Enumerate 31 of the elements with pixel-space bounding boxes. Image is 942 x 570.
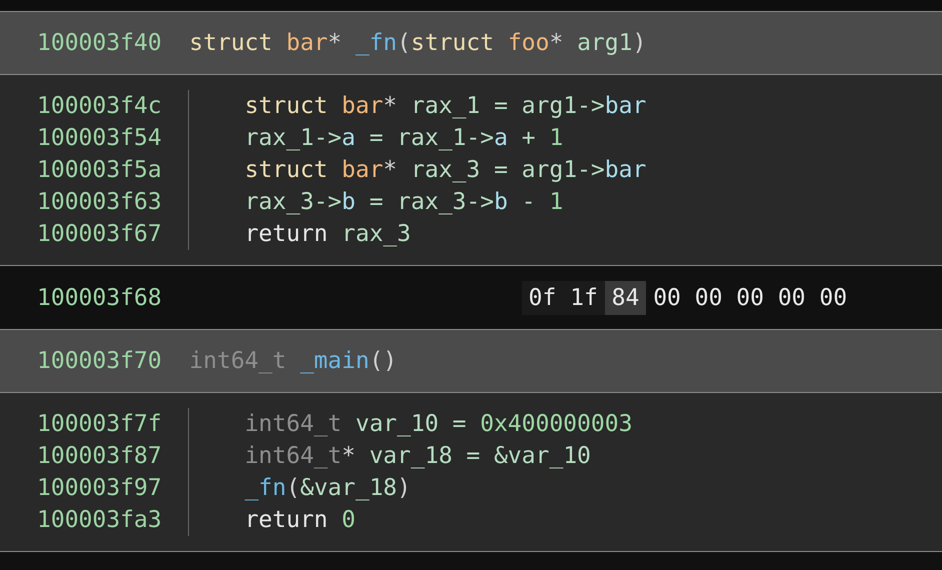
address-label: 100003fa3	[37, 506, 162, 535]
function-signature: int64_t _main()	[189, 348, 398, 374]
code-line: struct bar* rax_3 = arg1->bar	[244, 156, 646, 185]
code-line: return rax_3	[244, 220, 412, 249]
hex-byte[interactable]: 00	[770, 280, 812, 314]
code-line: struct bar* rax_1 = arg1->bar	[244, 92, 646, 121]
code-line: int64_t* var_18 = &var_10	[244, 442, 592, 471]
code-line: rax_3->b = rax_3->b - 1	[244, 188, 564, 217]
hex-byte[interactable]: 00	[812, 280, 854, 314]
address-label: 100003f7f	[37, 410, 162, 439]
address-label: 100003f87	[37, 442, 162, 471]
hex-byte[interactable]: 00	[688, 280, 730, 314]
address-label: 100003f5a	[37, 156, 162, 185]
address-label: 100003f70	[37, 348, 162, 374]
hex-byte[interactable]: 00	[646, 280, 688, 314]
address-label: 100003f54	[37, 124, 162, 153]
code-line: rax_1->a = rax_1->a + 1	[244, 124, 564, 153]
hex-byte[interactable]: 84	[604, 280, 646, 314]
hex-byte[interactable]: 1f	[563, 280, 605, 314]
address-label: 100003f67	[37, 220, 162, 249]
code-line: return 0	[244, 506, 356, 535]
code-line: _fn(&var_18)	[244, 474, 412, 503]
function-signature: struct bar* _fn(struct foo* arg1)	[189, 30, 646, 56]
code-line: int64_t var_10 = 0x400000003	[244, 410, 632, 439]
hex-byte[interactable]: 00	[729, 280, 771, 314]
address-label: 100003f4c	[37, 92, 162, 121]
address-label: 100003f68	[37, 284, 162, 310]
address-label: 100003f63	[37, 188, 162, 217]
address-label: 100003f97	[37, 474, 162, 503]
address-label: 100003f40	[37, 30, 162, 56]
hex-byte[interactable]: 0f	[522, 280, 564, 314]
